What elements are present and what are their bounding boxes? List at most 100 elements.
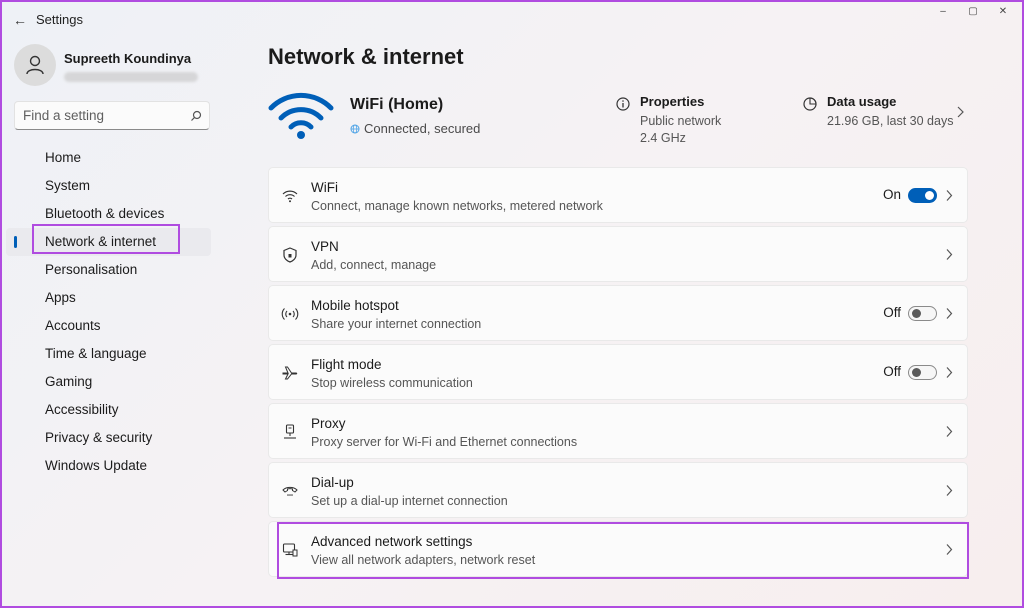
search-icon[interactable] <box>189 109 203 123</box>
info-icon <box>616 97 630 111</box>
card-subtitle: View all network adapters, network reset <box>311 553 536 567</box>
proxy-card[interactable]: Proxy Proxy server for Wi-Fi and Etherne… <box>268 403 968 459</box>
card-subtitle: Set up a dial-up internet connection <box>311 494 508 508</box>
sidebar-item-label: Personalisation <box>45 262 138 277</box>
sidebar-item-label: Gaming <box>45 374 93 389</box>
sidebar-item-label: Network & internet <box>45 234 157 249</box>
toggle-knob <box>912 309 921 318</box>
sidebar-item-bluetooth[interactable]: Bluetooth & devices <box>6 200 211 228</box>
network-status-text: Connected, secured <box>364 121 481 136</box>
search-box[interactable] <box>14 101 210 130</box>
search-input[interactable] <box>15 102 185 129</box>
properties-title: Properties <box>640 94 705 109</box>
user-icon <box>26 55 44 75</box>
chevron-right-icon <box>957 106 964 118</box>
profile-email-redacted <box>64 72 198 82</box>
data-usage-title: Data usage <box>827 94 897 109</box>
sidebar-item-accessibility[interactable]: Accessibility <box>6 396 211 424</box>
page-title: Network & internet <box>268 44 464 69</box>
sidebar-item-accounts[interactable]: Accounts <box>6 312 211 340</box>
chevron-right-icon <box>946 544 953 555</box>
wifi-card[interactable]: WiFi Connect, manage known networks, met… <box>268 167 968 223</box>
proxy-icon <box>284 424 296 439</box>
title-bar: ← Settings – ▢ ✕ <box>2 2 1022 38</box>
sidebar-item-windows-update[interactable]: Windows Update <box>6 452 211 480</box>
card-subtitle: Share your internet connection <box>311 317 482 331</box>
card-title: Proxy <box>311 416 346 431</box>
chevron-right-icon <box>946 190 953 201</box>
sidebar-item-network[interactable]: Network & internet <box>6 228 211 256</box>
user-profile[interactable]: Supreeth Koundinya <box>14 42 219 90</box>
sidebar-item-label: Home <box>45 150 82 165</box>
airplane-icon <box>282 366 298 380</box>
chevron-right-icon <box>946 308 953 319</box>
properties-band: 2.4 GHz <box>640 131 686 145</box>
chevron-right-icon <box>946 426 953 437</box>
sidebar-item-home[interactable]: Home <box>6 144 211 172</box>
card-title: VPN <box>311 239 339 254</box>
sidebar-item-time-language[interactable]: Time & language <box>6 340 211 368</box>
card-title: Advanced network settings <box>311 534 473 549</box>
toggle-state-label: Off <box>883 364 901 379</box>
network-adapter-icon <box>282 543 298 557</box>
vpn-card[interactable]: VPN Add, connect, manage <box>268 226 968 282</box>
selected-indicator <box>14 236 17 248</box>
card-title: Dial-up <box>311 475 354 490</box>
advanced-network-settings-card[interactable]: Advanced network settings View all netwo… <box>268 521 968 577</box>
dial-up-card[interactable]: Dial-up Set up a dial-up internet connec… <box>268 462 968 518</box>
card-subtitle: Stop wireless communication <box>311 376 473 390</box>
chevron-right-icon <box>946 485 953 496</box>
sidebar-item-label: Privacy & security <box>45 430 153 445</box>
flight-mode-card[interactable]: Flight mode Stop wireless communication … <box>268 344 968 400</box>
flight-mode-toggle[interactable] <box>908 365 937 380</box>
app-title: Settings <box>36 12 83 27</box>
sidebar-item-label: System <box>45 178 91 193</box>
sidebar-item-personalisation[interactable]: Personalisation <box>6 256 211 284</box>
mobile-hotspot-card[interactable]: Mobile hotspot Share your internet conne… <box>268 285 968 341</box>
sidebar-item-label: Apps <box>45 290 76 305</box>
network-summary: WiFi (Home) Connected, secured Propertie… <box>268 86 968 156</box>
settings-window: ← Settings – ▢ ✕ Supreeth Koundinya Ho <box>0 0 1024 608</box>
sidebar-item-label: Bluetooth & devices <box>45 206 165 221</box>
toggle-knob <box>925 191 934 200</box>
chevron-right-icon <box>946 249 953 260</box>
sidebar-item-label: Accessibility <box>45 402 119 417</box>
profile-name: Supreeth Koundinya <box>64 51 192 66</box>
card-subtitle: Connect, manage known networks, metered … <box>311 199 603 213</box>
wifi-icon <box>282 190 298 203</box>
mobile-hotspot-toggle[interactable] <box>908 306 937 321</box>
properties-network-type: Public network <box>640 114 722 128</box>
hotspot-icon <box>281 308 299 320</box>
sidebar-item-label: Accounts <box>45 318 101 333</box>
sidebar-nav: Home System Bluetooth & devices Network … <box>2 144 224 480</box>
wifi-toggle[interactable] <box>908 188 937 203</box>
toggle-state-label: On <box>882 187 901 202</box>
sidebar-item-apps[interactable]: Apps <box>6 284 211 312</box>
network-status: Connected, secured <box>350 121 480 136</box>
sidebar-item-label: Windows Update <box>45 458 148 473</box>
card-subtitle: Add, connect, manage <box>311 258 437 272</box>
data-usage-value: 21.96 GB, last 30 days <box>827 114 954 128</box>
maximize-button[interactable]: ▢ <box>958 4 988 20</box>
data-usage-icon <box>803 97 817 111</box>
sidebar-item-system[interactable]: System <box>6 172 211 200</box>
card-title: Mobile hotspot <box>311 298 399 313</box>
sidebar-item-label: Time & language <box>45 346 147 361</box>
back-button[interactable]: ← <box>10 10 30 30</box>
globe-icon <box>350 124 360 134</box>
sidebar: Supreeth Koundinya Home System Bluetooth… <box>2 38 224 606</box>
toggle-knob <box>912 368 921 377</box>
sidebar-item-privacy[interactable]: Privacy & security <box>6 424 211 452</box>
close-button[interactable]: ✕ <box>988 4 1018 20</box>
toggle-state-label: Off <box>883 305 901 320</box>
card-title: Flight mode <box>311 357 382 372</box>
wifi-icon <box>268 92 334 139</box>
minimize-button[interactable]: – <box>928 4 958 20</box>
sidebar-item-gaming[interactable]: Gaming <box>6 368 211 396</box>
avatar <box>14 44 56 86</box>
card-title: WiFi <box>311 180 338 195</box>
shield-icon <box>283 247 297 263</box>
data-usage-link[interactable]: Data usage 21.96 GB, last 30 days <box>803 94 968 134</box>
card-subtitle: Proxy server for Wi-Fi and Ethernet conn… <box>311 435 578 449</box>
dialup-icon <box>282 486 298 496</box>
